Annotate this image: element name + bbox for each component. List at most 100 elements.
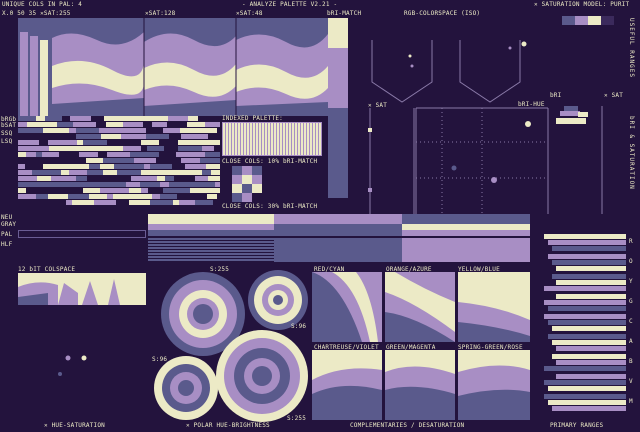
stripe-segment <box>208 134 216 139</box>
range-bar <box>544 234 626 239</box>
indexed-palette-grid[interactable] <box>222 122 322 156</box>
stripe-segment <box>66 200 72 205</box>
stripe-segment <box>134 158 156 163</box>
stripe-segment <box>44 158 64 163</box>
stripe-segment <box>200 158 220 163</box>
useful-ranges-label: USEFUL RANGES <box>628 18 635 78</box>
stripe-segment <box>18 200 46 205</box>
range-bar <box>552 274 626 279</box>
stripe-segment <box>117 170 124 175</box>
stripe-segment <box>73 122 96 127</box>
stripe-segment <box>175 122 187 127</box>
stripe-segment <box>18 140 39 145</box>
stripe-segment <box>188 116 198 121</box>
stripe-segment <box>103 170 117 175</box>
close-cols-grid <box>232 166 262 202</box>
saturation-wave-panels <box>52 18 328 116</box>
range-bar <box>556 360 626 365</box>
stripe-segment <box>178 146 202 151</box>
stripe-segment <box>75 146 85 151</box>
stripe-segment <box>18 164 25 169</box>
range-bar <box>548 386 626 391</box>
stripe-segment <box>66 188 83 193</box>
label-lsq: LSQ <box>1 138 13 145</box>
stripe-segment <box>147 146 164 151</box>
stripe-segment <box>87 176 116 181</box>
stripe-segment <box>36 116 45 121</box>
rgb-sat2-label: ✕ SAT <box>604 92 624 99</box>
range-bar <box>556 266 626 271</box>
hue-letter-c: C <box>629 318 633 325</box>
stripe-segment <box>113 194 130 199</box>
range-bar <box>552 340 626 345</box>
stripe-segment <box>205 122 220 127</box>
stripe-segment <box>121 134 135 139</box>
footer-polar: ✕ POLAR HUE-BRIGHTNESS <box>186 422 270 429</box>
stripe-segment <box>100 164 114 169</box>
stripe-segment <box>146 134 169 139</box>
hue-letter-b: B <box>629 358 633 365</box>
stripe-segment <box>107 146 123 151</box>
stripe-segment <box>87 170 103 175</box>
brightness-sort-bars <box>18 116 220 206</box>
colspace-label: 12 bIT COLSPACE <box>18 266 76 273</box>
stripe-segment <box>141 140 151 145</box>
stripe-segment <box>167 122 175 127</box>
stripe-segment <box>217 194 220 199</box>
stripe-segment <box>76 128 99 133</box>
stripe-segment <box>25 164 43 169</box>
range-bar <box>548 254 626 259</box>
stripe-segment <box>163 128 180 133</box>
range-bar <box>544 380 626 385</box>
neutral-gray-ramp <box>148 214 530 262</box>
stripe-segment <box>181 158 200 163</box>
stripe-segment <box>99 128 129 133</box>
stripe-segment <box>83 140 107 145</box>
stripe-segment <box>38 146 49 151</box>
stripe-segment <box>42 152 59 157</box>
stripe-segment <box>91 116 104 121</box>
hue-letter-a: A <box>629 338 633 345</box>
stripe-segment <box>116 200 129 205</box>
range-bar <box>556 280 626 285</box>
saturation-model-toggle[interactable]: ✕ SATURATION MODEL: PURIT <box>534 1 629 8</box>
rgb-bri-label: bRI <box>550 92 562 99</box>
stripe-segment <box>45 116 62 121</box>
stripe-segment <box>69 170 87 175</box>
stripe-segment <box>211 170 220 175</box>
complementary-panels <box>312 272 530 420</box>
stripe-segment <box>89 194 107 199</box>
stripe-segment <box>26 188 41 193</box>
sat-vertical-bars <box>18 18 52 116</box>
stripe-segment <box>177 194 207 199</box>
stripe-segment <box>198 116 220 121</box>
stripe-segment <box>214 146 220 151</box>
stripe-segment <box>76 134 101 139</box>
bri-saturation-label: bRI & SATURATION <box>628 116 635 190</box>
stripe-segment <box>107 140 130 145</box>
stripe-segment <box>104 116 127 121</box>
hue-letter-o: O <box>629 258 633 265</box>
stripe-segment <box>26 152 36 157</box>
stripe-segment <box>205 152 220 157</box>
range-bar <box>552 260 626 265</box>
stripe-segment <box>141 188 148 193</box>
stripe-segment <box>62 116 70 121</box>
stripe-segment <box>150 200 173 205</box>
stripe-segment <box>215 182 220 187</box>
stripe-segment <box>187 122 205 127</box>
stripe-segment <box>208 176 220 181</box>
range-bar <box>544 300 626 305</box>
stripe-segment <box>36 152 42 157</box>
stripe-segment <box>43 164 66 169</box>
hue-letter-y: Y <box>629 278 633 285</box>
stripe-segment <box>18 170 32 175</box>
bri-match-label: bRI-MATCH <box>327 10 362 17</box>
stripe-segment <box>141 170 170 175</box>
stripe-segment <box>57 122 73 127</box>
stripe-segment <box>123 122 143 127</box>
stripe-segment <box>202 146 214 151</box>
stripe-segment <box>148 188 163 193</box>
sat-48-label: ✕SAT:48 <box>236 10 263 17</box>
stripe-segment <box>79 152 98 157</box>
